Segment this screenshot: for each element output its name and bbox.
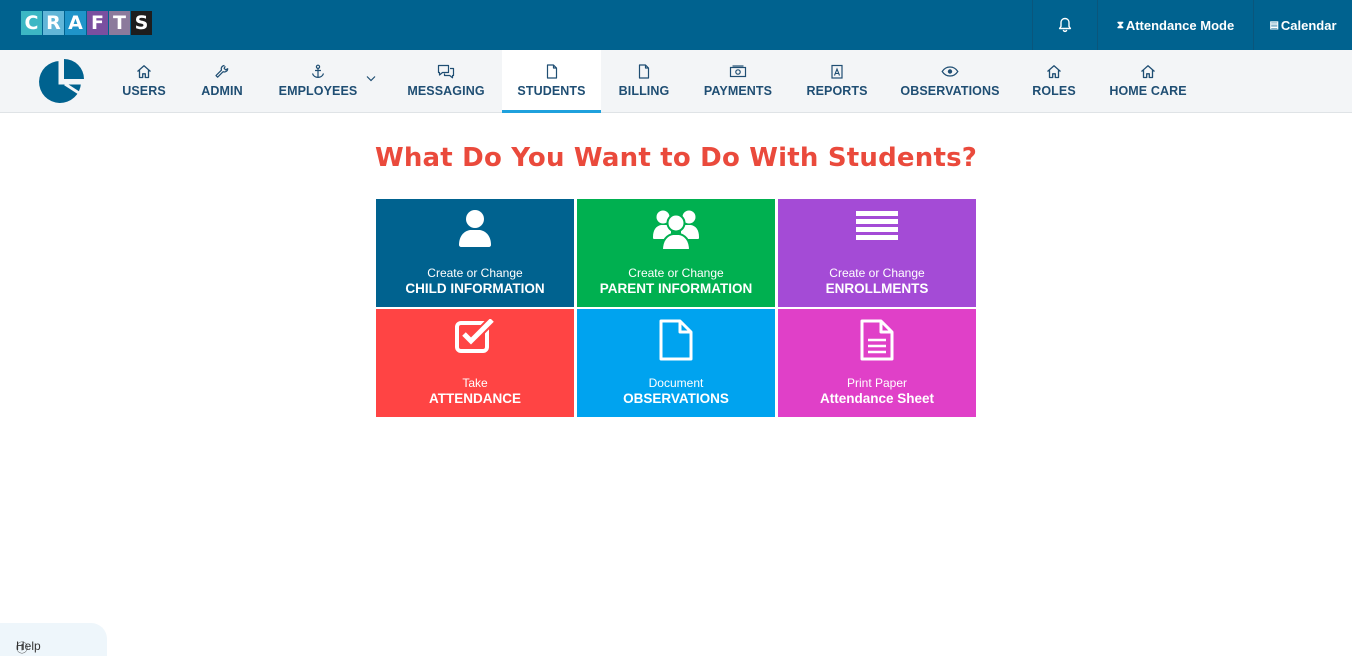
tile-title: ATTENDANCE bbox=[429, 391, 521, 406]
tile-title: CHILD INFORMATION bbox=[405, 281, 545, 296]
home-icon bbox=[137, 65, 151, 79]
nav-label: EMPLOYEES bbox=[278, 84, 358, 98]
hourglass-icon: ⧗ bbox=[1116, 19, 1124, 31]
messages-icon bbox=[437, 64, 455, 79]
logo-letter: F bbox=[87, 11, 108, 35]
user-icon bbox=[459, 210, 491, 247]
nav-payments[interactable]: PAYMENTS bbox=[697, 50, 779, 112]
chevron-down-icon[interactable] bbox=[366, 75, 376, 82]
nav-label: MESSAGING bbox=[407, 84, 485, 98]
list-icon bbox=[856, 211, 898, 240]
nav-label: ROLES bbox=[1032, 84, 1076, 98]
main-nav: USERS ADMIN EMPLOYEES MESSAGING STUDENTS… bbox=[0, 50, 1352, 113]
attendance-mode-button[interactable]: ⧗ Attendance Mode bbox=[1097, 0, 1253, 50]
tile-subtitle: Create or Change bbox=[427, 266, 523, 280]
eye-icon bbox=[941, 66, 959, 77]
logo-letter: S bbox=[131, 11, 152, 35]
calendar-icon: ▤ bbox=[1269, 19, 1279, 31]
nav-label: HOME CARE bbox=[1109, 84, 1187, 98]
tile-subtitle: Create or Change bbox=[829, 266, 925, 280]
users-group-icon bbox=[653, 210, 699, 251]
nav-roles[interactable]: ROLES bbox=[1026, 50, 1082, 112]
logo-letter: A bbox=[65, 11, 86, 35]
bell-icon bbox=[1058, 17, 1072, 33]
calendar-button[interactable]: ▤ Calendar bbox=[1253, 0, 1352, 50]
nav-admin[interactable]: ADMIN bbox=[188, 50, 256, 112]
tile-subtitle: Take bbox=[462, 376, 488, 390]
document-icon bbox=[659, 319, 693, 361]
tile-title: Attendance Sheet bbox=[819, 391, 935, 406]
tile-subtitle: Document bbox=[648, 376, 704, 390]
notifications-button[interactable] bbox=[1032, 0, 1097, 50]
logo-letter: R bbox=[43, 11, 64, 35]
home-icon bbox=[1141, 65, 1155, 79]
help-label: Help bbox=[16, 639, 41, 653]
help-button[interactable]: ⓘ Help bbox=[0, 623, 107, 656]
tile-attendance-sheet[interactable]: Print Paper Attendance Sheet bbox=[778, 309, 976, 417]
nav-students[interactable]: STUDENTS bbox=[502, 50, 601, 113]
pie-chart-logo-icon[interactable] bbox=[38, 57, 86, 110]
nav-label: OBSERVATIONS bbox=[900, 84, 1000, 98]
checkbox-icon bbox=[455, 319, 495, 353]
page-title: What Do You Want to Do With Students? bbox=[374, 143, 978, 173]
nav-messaging[interactable]: MESSAGING bbox=[396, 50, 496, 112]
document-lines-icon bbox=[860, 319, 894, 361]
logo-letter: T bbox=[109, 11, 130, 35]
top-bar: C R A F T S ⧗ Attendance Mode ▤ Calendar bbox=[0, 0, 1352, 50]
nav-billing[interactable]: BILLING bbox=[612, 50, 676, 112]
nav-label: REPORTS bbox=[806, 84, 868, 98]
nav-reports[interactable]: REPORTS bbox=[800, 50, 874, 112]
nav-label: STUDENTS bbox=[517, 84, 586, 98]
tile-attendance[interactable]: Take ATTENDANCE bbox=[376, 309, 574, 417]
wrench-icon bbox=[215, 64, 229, 78]
home-icon bbox=[1047, 65, 1061, 79]
nav-observations[interactable]: OBSERVATIONS bbox=[896, 50, 1004, 112]
calendar-label: Calendar bbox=[1280, 17, 1337, 33]
report-icon bbox=[831, 64, 843, 79]
tile-parent-information[interactable]: Create or Change PARENT INFORMATION bbox=[577, 199, 775, 307]
money-icon bbox=[729, 65, 747, 78]
tile-title: ENROLLMENTS bbox=[825, 281, 929, 296]
tile-subtitle: Create or Change bbox=[628, 266, 724, 280]
tile-observations[interactable]: Document OBSERVATIONS bbox=[577, 309, 775, 417]
nav-users[interactable]: USERS bbox=[110, 50, 178, 112]
tile-title: PARENT INFORMATION bbox=[599, 281, 753, 296]
tile-title: OBSERVATIONS bbox=[623, 391, 729, 406]
file-icon bbox=[546, 64, 557, 79]
nav-label: BILLING bbox=[618, 84, 670, 98]
anchor-icon bbox=[311, 64, 325, 79]
logo-letter: C bbox=[21, 11, 42, 35]
nav-label: ADMIN bbox=[201, 84, 243, 98]
crafts-logo[interactable]: C R A F T S bbox=[21, 11, 153, 35]
attendance-mode-label: Attendance Mode bbox=[1125, 17, 1235, 33]
file-icon bbox=[638, 64, 650, 79]
nav-home-care[interactable]: HOME CARE bbox=[1104, 50, 1192, 112]
tile-enrollments[interactable]: Create or Change ENROLLMENTS bbox=[778, 199, 976, 307]
tile-subtitle: Print Paper bbox=[846, 376, 908, 390]
nav-label: PAYMENTS bbox=[703, 84, 773, 98]
nav-employees[interactable]: EMPLOYEES bbox=[270, 50, 366, 112]
nav-label: USERS bbox=[122, 84, 166, 98]
tile-child-information[interactable]: Create or Change CHILD INFORMATION bbox=[376, 199, 574, 307]
